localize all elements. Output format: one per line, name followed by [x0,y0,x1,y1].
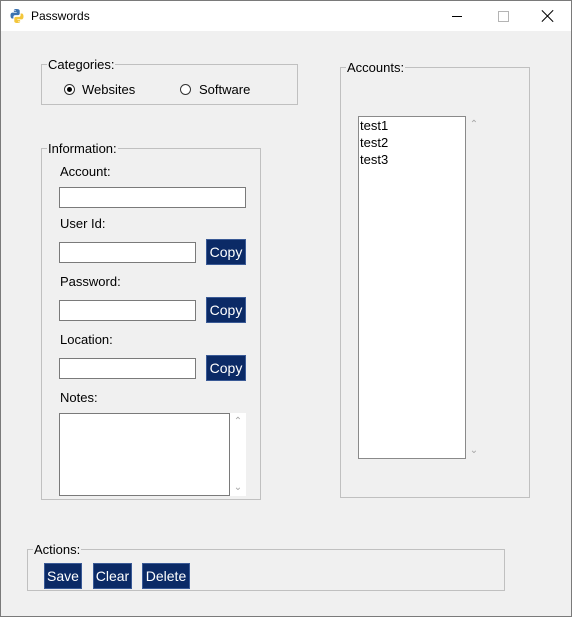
accounts-listbox[interactable]: test1 test2 test3 [358,116,466,459]
notes-scrollbar[interactable]: ⌃ ⌄ [230,413,246,496]
notes-label: Notes: [60,390,98,405]
actions-group: Actions: Save Clear Delete [27,542,505,591]
userid-label: User Id: [60,216,106,231]
scroll-up-icon[interactable]: ⌃ [466,120,482,130]
maximize-button[interactable] [480,1,526,31]
minimize-button[interactable] [434,1,480,31]
account-list-item[interactable]: test2 [359,134,465,151]
accounts-legend: Accounts: [346,60,406,75]
password-input[interactable] [59,300,196,321]
software-radio[interactable] [180,84,191,95]
copy-password-button[interactable]: Copy [206,297,246,323]
copy-userid-button[interactable]: Copy [206,239,246,265]
account-input[interactable] [59,187,246,208]
information-legend: Information: [47,141,118,156]
accounts-group: Accounts: test1 test2 test3 ⌃ ⌄ [340,60,530,498]
actions-legend: Actions: [33,542,82,557]
websites-radio-label[interactable]: Websites [82,82,135,97]
scroll-down-icon[interactable]: ⌄ [466,446,482,456]
software-radio-label[interactable]: Software [199,82,250,97]
main-window: Passwords Categories: Websites Software … [0,0,572,617]
delete-button[interactable]: Delete [142,563,190,589]
categories-group: Categories: Websites Software [41,57,298,105]
copy-location-button[interactable]: Copy [206,355,246,381]
python-icon [10,9,24,23]
maximize-icon [497,10,509,22]
information-group: Information: Account: User Id: Copy Pass… [41,141,261,500]
account-list-item[interactable]: test1 [359,117,465,134]
account-label: Account: [60,164,111,179]
categories-legend: Categories: [47,57,116,72]
window-title: Passwords [31,9,90,23]
password-label: Password: [60,274,121,289]
scroll-up-icon[interactable]: ⌃ [230,417,246,427]
clear-button[interactable]: Clear [93,563,132,589]
close-button[interactable] [525,1,571,31]
location-label: Location: [60,332,113,347]
location-input[interactable] [59,358,196,379]
accounts-scrollbar[interactable]: ⌃ ⌄ [466,116,482,459]
scroll-down-icon[interactable]: ⌄ [230,483,246,493]
title-bar[interactable]: Passwords [1,1,571,31]
account-list-item[interactable]: test3 [359,151,465,168]
websites-radio[interactable] [64,84,75,95]
notes-textarea[interactable] [59,413,230,496]
userid-input[interactable] [59,242,196,263]
close-icon [542,10,554,22]
save-button[interactable]: Save [44,563,82,589]
minimize-icon [452,15,462,17]
